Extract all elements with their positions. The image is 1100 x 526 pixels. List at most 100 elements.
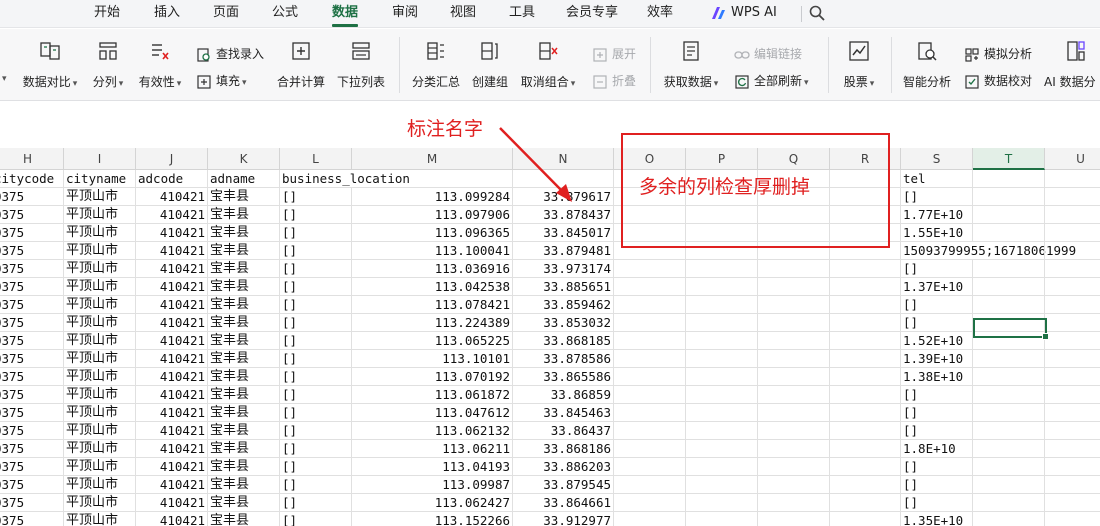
cell-u[interactable] <box>1045 440 1100 458</box>
cell-r[interactable] <box>830 386 901 404</box>
cell-o[interactable] <box>614 440 686 458</box>
cell-m[interactable]: 113.078421 <box>352 296 513 314</box>
cell-k[interactable]: 宝丰县 <box>208 386 280 404</box>
cell-r[interactable] <box>830 296 901 314</box>
cell-s[interactable]: 15093799955;16718061999 <box>901 242 1076 260</box>
cell-u[interactable] <box>1045 188 1100 206</box>
cell-l[interactable]: [] <box>280 188 352 206</box>
cell-p[interactable] <box>686 314 758 332</box>
cell-s[interactable]: 1.39E+10 <box>901 350 973 368</box>
cell-o[interactable] <box>614 296 686 314</box>
cell-r[interactable] <box>830 332 901 350</box>
cell-n[interactable]: 33.865586 <box>513 368 614 386</box>
cell-j[interactable]: 410421 <box>136 278 208 296</box>
cell-r[interactable] <box>830 494 901 512</box>
cell-s[interactable]: 1.38E+10 <box>901 368 973 386</box>
cell-o[interactable] <box>614 404 686 422</box>
cell-m[interactable]: 113.061872 <box>352 386 513 404</box>
menu-view[interactable]: 视图 <box>450 0 476 28</box>
smart-analysis-button[interactable]: 智能分析 <box>900 33 954 95</box>
cell-l[interactable]: [] <box>280 494 352 512</box>
cell-i[interactable]: 平顶山市 <box>64 368 136 386</box>
cell-j[interactable]: 410421 <box>136 188 208 206</box>
cell-n[interactable]: 33.885651 <box>513 278 614 296</box>
cell-s[interactable]: [] <box>901 314 973 332</box>
cell-m[interactable]: 113.062132 <box>352 422 513 440</box>
cell-s[interactable]: [] <box>901 260 973 278</box>
cell-h[interactable]: 0375 <box>0 494 64 512</box>
column-header-h[interactable]: H <box>0 148 64 170</box>
data-check-button[interactable]: 数据校对 <box>964 70 1032 92</box>
cell-q[interactable] <box>758 332 830 350</box>
cell-h[interactable]: 0375 <box>0 386 64 404</box>
cell-n[interactable]: 33.853032 <box>513 314 614 332</box>
cell-t[interactable] <box>973 386 1045 404</box>
cell-r[interactable] <box>830 404 901 422</box>
data-compare-button[interactable]: 数据对比 ▾ <box>18 33 82 95</box>
cell-j[interactable]: 410421 <box>136 260 208 278</box>
cell-k[interactable]: 宝丰县 <box>208 494 280 512</box>
cell-q[interactable] <box>758 368 830 386</box>
cell-j[interactable]: 410421 <box>136 332 208 350</box>
cell-t[interactable] <box>973 206 1045 224</box>
cell-m[interactable]: 113.099284 <box>352 188 513 206</box>
cell-u[interactable] <box>1045 494 1100 512</box>
cell-s[interactable]: [] <box>901 476 973 494</box>
cell-k[interactable]: 宝丰县 <box>208 458 280 476</box>
cell-l[interactable]: [] <box>280 314 352 332</box>
column-header-t[interactable]: T <box>973 148 1045 170</box>
search-icon[interactable] <box>808 4 826 22</box>
cell-t[interactable] <box>973 368 1045 386</box>
create-group-button[interactable]: 创建组 <box>470 33 510 95</box>
cell-m[interactable]: 113.062427 <box>352 494 513 512</box>
cell-t[interactable] <box>973 476 1045 494</box>
cell-u[interactable] <box>1045 332 1100 350</box>
cell-r[interactable] <box>830 260 901 278</box>
cell-r[interactable] <box>830 368 901 386</box>
cell-n[interactable]: 33.859462 <box>513 296 614 314</box>
cell-u[interactable] <box>1045 296 1100 314</box>
cell-q[interactable] <box>758 458 830 476</box>
cell-u[interactable] <box>1045 422 1100 440</box>
validity-button[interactable]: 有效性 ▾ <box>135 33 185 95</box>
cell-p[interactable] <box>686 494 758 512</box>
cell-r[interactable] <box>830 512 901 526</box>
cell-s[interactable]: [] <box>901 458 973 476</box>
cell-r[interactable] <box>830 278 901 296</box>
cell-t[interactable] <box>973 458 1045 476</box>
cell-u[interactable] <box>1045 314 1100 332</box>
column-header-s[interactable]: S <box>901 148 973 170</box>
cell-o[interactable] <box>614 278 686 296</box>
cell-k[interactable]: 宝丰县 <box>208 188 280 206</box>
cell-o[interactable] <box>614 350 686 368</box>
cell-s[interactable]: 1.52E+10 <box>901 332 973 350</box>
cell-m[interactable]: 113.06211 <box>352 440 513 458</box>
cell-k[interactable]: 宝丰县 <box>208 314 280 332</box>
cell-m[interactable]: 113.10101 <box>352 350 513 368</box>
cell-r[interactable] <box>830 476 901 494</box>
cell-n[interactable]: 33.864661 <box>513 494 614 512</box>
cell-u[interactable] <box>1045 206 1100 224</box>
cell-i[interactable]: 平顶山市 <box>64 440 136 458</box>
cell-i[interactable]: 平顶山市 <box>64 224 136 242</box>
menu-member[interactable]: 会员专享 <box>566 0 618 28</box>
menu-data[interactable]: 数据 <box>332 0 359 28</box>
cell-i[interactable]: 平顶山市 <box>64 206 136 224</box>
cell-h[interactable]: 0375 <box>0 422 64 440</box>
cell-i[interactable]: 平顶山市 <box>64 512 136 526</box>
cell-j[interactable]: adcode <box>136 170 208 188</box>
cell-q[interactable] <box>758 440 830 458</box>
menu-tools[interactable]: 工具 <box>509 0 535 28</box>
cell-n[interactable]: 33.845017 <box>513 224 614 242</box>
cell-t[interactable] <box>973 350 1045 368</box>
cell-j[interactable]: 410421 <box>136 386 208 404</box>
cell-m[interactable]: 113.047612 <box>352 404 513 422</box>
cell-u[interactable] <box>1045 278 1100 296</box>
cell-s[interactable]: [] <box>901 386 973 404</box>
cell-t[interactable] <box>973 422 1045 440</box>
cell-o[interactable] <box>614 386 686 404</box>
cell-l[interactable]: [] <box>280 512 352 526</box>
cell-j[interactable]: 410421 <box>136 512 208 526</box>
cell-o[interactable] <box>614 512 686 526</box>
cell-j[interactable]: 410421 <box>136 494 208 512</box>
